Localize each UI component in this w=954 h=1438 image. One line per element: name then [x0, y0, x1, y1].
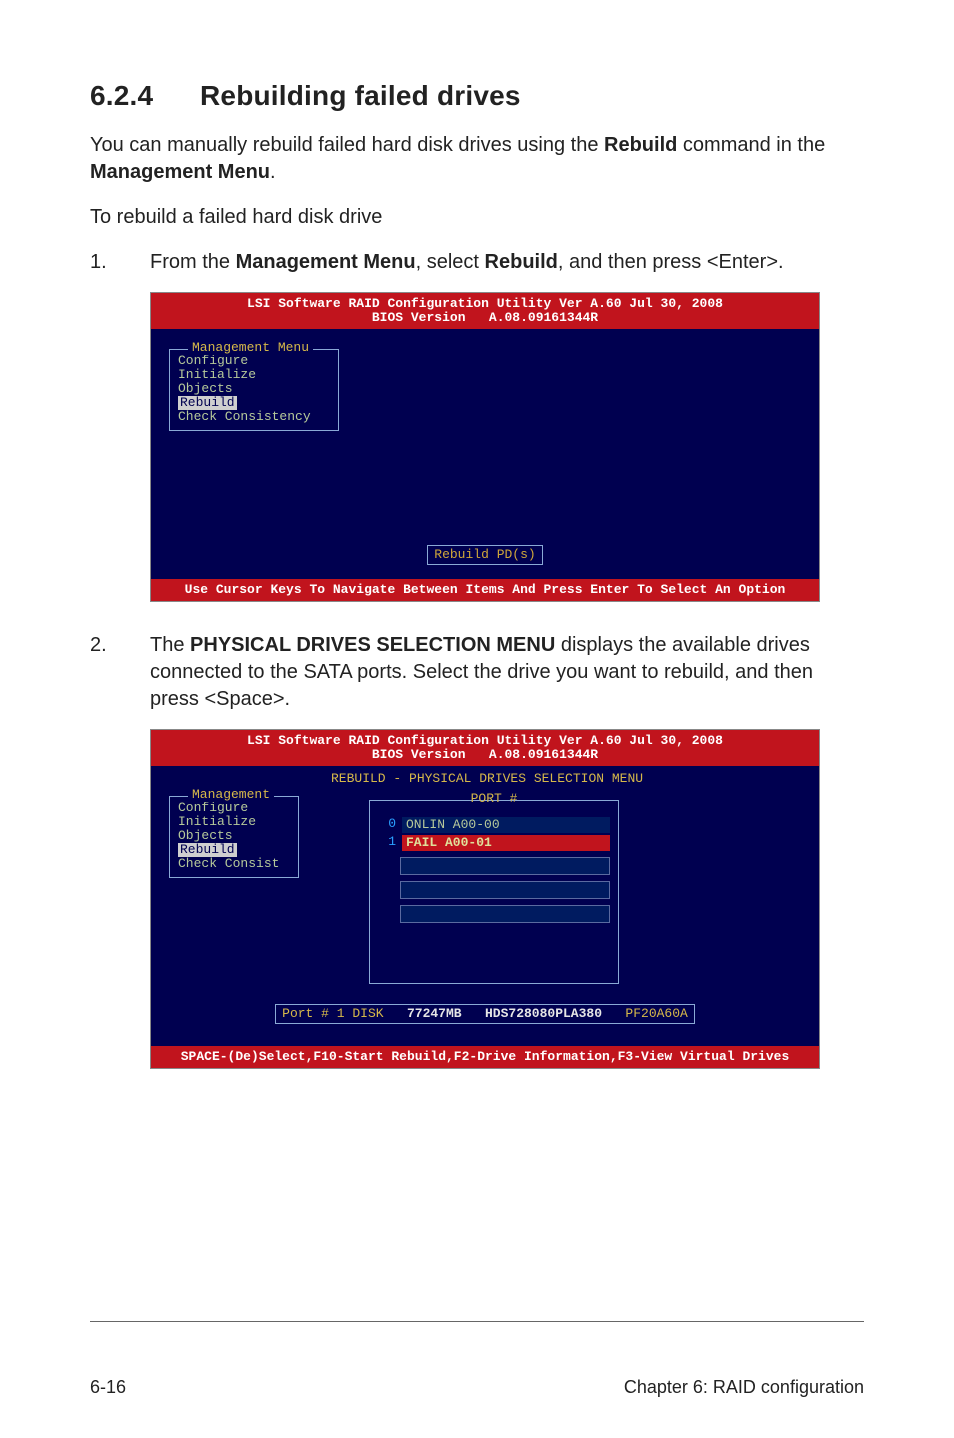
bios-footer-bar: Use Cursor Keys To Navigate Between Item…	[151, 579, 819, 601]
bold-text: PHYSICAL DRIVES SELECTION MENU	[190, 634, 555, 656]
bios-title-line1: LSI Software RAID Configuration Utility …	[247, 296, 723, 311]
bios-footer-bar: SPACE-(De)Select,F10-Start Rebuild,F2-Dr…	[151, 1046, 819, 1068]
port-label: ONLIN A00-00	[402, 817, 610, 833]
step-number: 2.	[90, 632, 150, 713]
section-heading: 6.2.4Rebuilding failed drives	[90, 80, 864, 112]
drive-port: Port # 1 DISK	[282, 1006, 383, 1021]
bios-body: REBUILD - PHYSICAL DRIVES SELECTION MENU…	[151, 766, 819, 1046]
port-empty-slot	[400, 881, 610, 899]
section-number: 6.2.4	[90, 80, 200, 112]
bios-title-line1: LSI Software RAID Configuration Utility …	[247, 733, 723, 748]
bios-title-line2: BIOS Version A.08.09161344R	[372, 310, 598, 325]
management-menu-title: Management Menu	[188, 341, 313, 355]
drive-size: 77247MB	[407, 1006, 462, 1021]
port-selection-box: PORT # 0 ONLIN A00-00 1 FAIL A00-01	[369, 800, 619, 984]
bios-screenshot-2: LSI Software RAID Configuration Utility …	[150, 729, 820, 1069]
text: You can manually rebuild failed hard dis…	[90, 134, 604, 156]
port-row-0[interactable]: 0 ONLIN A00-00	[370, 817, 618, 833]
step-body: The PHYSICAL DRIVES SELECTION MENU displ…	[150, 632, 864, 713]
intro-paragraph-2: To rebuild a failed hard disk drive	[90, 206, 864, 229]
menu-item-check-consist[interactable]: Check Consist	[178, 857, 290, 871]
bios-screenshot-1: LSI Software RAID Configuration Utility …	[150, 292, 820, 602]
port-label: FAIL A00-01	[402, 835, 610, 851]
menu-item-objects[interactable]: Objects	[178, 829, 290, 843]
menu-item-check-consistency[interactable]: Check Consistency	[178, 410, 330, 424]
text: The	[150, 634, 190, 656]
port-empty-slot	[400, 905, 610, 923]
text: , select	[416, 251, 485, 273]
page-number: 6-16	[90, 1377, 126, 1398]
management-menu-box: Management Menu Configure Initialize Obj…	[169, 349, 339, 431]
page-content: 6.2.4Rebuilding failed drives You can ma…	[90, 80, 864, 1261]
text: From the	[150, 251, 236, 273]
menu-item-initialize[interactable]: Initialize	[178, 368, 330, 382]
section-title: Rebuilding failed drives	[200, 80, 521, 111]
text: .	[270, 161, 276, 183]
step-1: 1. From the Management Menu, select Rebu…	[90, 249, 864, 276]
drive-info-box: Port # 1 DISK 77247MB HDS728080PLA380 PF…	[275, 1004, 695, 1024]
steps-list: 1. From the Management Menu, select Rebu…	[90, 249, 864, 276]
chapter-title: Chapter 6: RAID configuration	[624, 1377, 864, 1398]
port-index: 0	[378, 817, 396, 833]
bios-title-line2: BIOS Version A.08.09161344R	[372, 747, 598, 762]
bold-text: Management Menu	[236, 251, 416, 273]
menu-item-rebuild[interactable]: Rebuild	[178, 396, 237, 410]
rebuild-pd-box: Rebuild PD(s)	[427, 545, 542, 565]
bios-window: LSI Software RAID Configuration Utility …	[150, 292, 820, 602]
step-body: From the Management Menu, select Rebuild…	[150, 249, 864, 276]
bold-text: Rebuild	[485, 251, 558, 273]
bios-title-bar: LSI Software RAID Configuration Utility …	[151, 730, 819, 766]
steps-list-2: 2. The PHYSICAL DRIVES SELECTION MENU di…	[90, 632, 864, 713]
footer-divider	[90, 1321, 864, 1322]
step-number: 1.	[90, 249, 150, 276]
port-row-1[interactable]: 1 FAIL A00-01	[370, 835, 618, 851]
port-title: PORT #	[370, 792, 618, 806]
bios-title-bar: LSI Software RAID Configuration Utility …	[151, 293, 819, 329]
port-empty-slot	[400, 857, 610, 875]
step-2: 2. The PHYSICAL DRIVES SELECTION MENU di…	[90, 632, 864, 713]
drive-info-holder: Port # 1 DISK 77247MB HDS728080PLA380 PF…	[169, 1004, 801, 1024]
rebuild-subtitle: REBUILD - PHYSICAL DRIVES SELECTION MENU	[331, 772, 643, 786]
management-menu-box: Management Configure Initialize Objects …	[169, 796, 299, 878]
menu-item-configure[interactable]: Configure	[178, 354, 330, 368]
intro-paragraph-1: You can manually rebuild failed hard dis…	[90, 132, 864, 186]
text: , and then press <Enter>.	[558, 251, 784, 273]
text: command in the	[677, 134, 825, 156]
page-footer: 6-16 Chapter 6: RAID configuration	[90, 1368, 864, 1398]
menu-item-rebuild[interactable]: Rebuild	[178, 843, 237, 857]
menu-item-objects[interactable]: Objects	[178, 382, 330, 396]
bold-text: Rebuild	[604, 134, 677, 156]
bios-window: LSI Software RAID Configuration Utility …	[150, 729, 820, 1069]
bios-body: Management Menu Configure Initialize Obj…	[151, 329, 819, 579]
bios-center-holder: Rebuild PD(s)	[151, 545, 819, 565]
bold-text: Management Menu	[90, 161, 270, 183]
management-menu-title: Management	[188, 788, 274, 802]
drive-firmware: PF20A60A	[625, 1006, 687, 1021]
menu-item-initialize[interactable]: Initialize	[178, 815, 290, 829]
port-index: 1	[378, 835, 396, 851]
menu-item-configure[interactable]: Configure	[178, 801, 290, 815]
drive-model: HDS728080PLA380	[485, 1006, 602, 1021]
